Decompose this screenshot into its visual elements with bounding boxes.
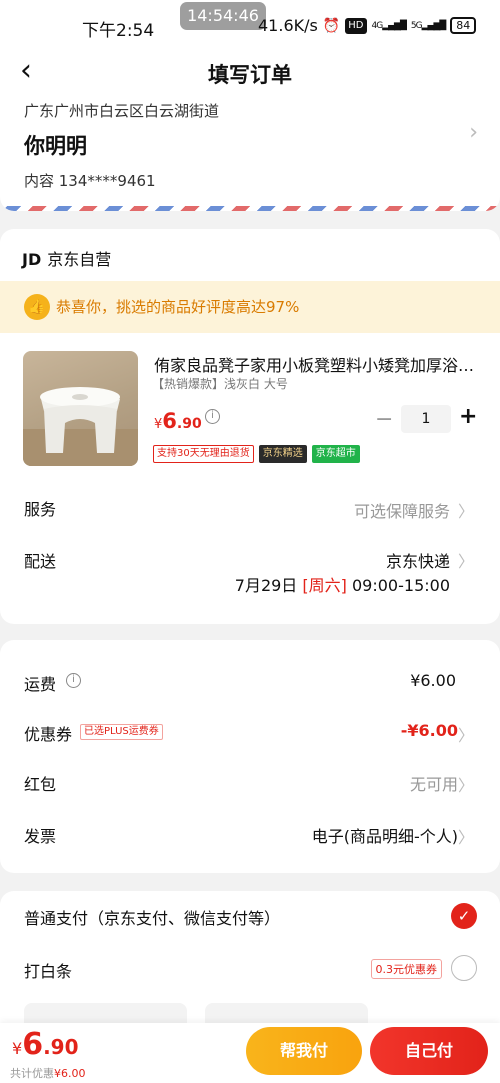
product-spec: 【热销爆款】浅灰白 大号	[152, 377, 288, 391]
address-line: 广东广州市白云区白云湖街道	[24, 102, 220, 120]
service-label: 服务	[24, 500, 57, 519]
address-card[interactable]: 广东广州市白云区白云湖街道 你明明 内容 134****9461 ›	[0, 94, 500, 211]
delivery-date: 7月29日 [周六] 09:00-15:00	[234, 576, 450, 595]
checkout-bar: ¥6.90 共计优惠¥6.00 帮我付 自己付	[0, 1023, 500, 1083]
service-value: 可选保障服务	[353, 502, 450, 521]
hd-badge: HD	[345, 17, 367, 34]
tag-jd-supermarket: 京东超市	[311, 445, 360, 463]
minus-button[interactable]: −	[375, 407, 393, 432]
praise-text: 恭喜你，挑选的商品好评度高达97%	[56, 298, 300, 316]
normal-pay-label: 普通支付（京东支付、微信支付等）	[24, 909, 281, 928]
praise-banner: 👍 恭喜你，挑选的商品好评度高达97%	[0, 281, 500, 333]
fee-card: 运费 i ¥6.00 优惠券 已选PLUS运费券 -¥6.00 〉 红包 无可用…	[0, 640, 500, 873]
recipient-name: 你明明	[24, 134, 87, 158]
chevron-right-icon: 〉	[457, 776, 474, 795]
redpacket-value: 无可用	[409, 775, 458, 794]
chevron-right-icon: 〉	[457, 828, 474, 847]
product-tags: 支持30天无理由退货 京东精选 京东超市	[153, 445, 360, 463]
shop-card: JD 京东自营 👍 恭喜你，挑选的商品好评度高达97% 侑家良品凳子家用小板凳塑料…	[0, 229, 500, 624]
coupon-value: -¥6.00	[400, 721, 458, 740]
page-title: 填写订单	[208, 63, 292, 87]
delivery-label: 配送	[24, 552, 57, 571]
product-price: ¥6.90	[154, 409, 202, 433]
airmail-border	[0, 206, 500, 211]
redpacket-label: 红包	[24, 775, 57, 794]
signal-5g-icon: 5G▂▄▆█	[410, 20, 446, 31]
invoice-label: 发票	[24, 827, 57, 846]
check-selected-icon[interactable]: ✓	[451, 903, 477, 929]
shop-name: 京东自营	[47, 250, 112, 269]
shipping-info-icon[interactable]: i	[66, 673, 81, 688]
help-pay-button[interactable]: 帮我付	[246, 1027, 362, 1075]
tag-jd-select: 京东精选	[258, 445, 307, 463]
status-indicators: 41.6K/s ⏰ HD 4G▂▄▆█ 5G▂▄▆█ 84	[258, 16, 477, 35]
shipping-value: ¥6.00	[410, 671, 456, 690]
battery-icon: 84	[450, 17, 477, 34]
price-info-icon[interactable]: i	[205, 409, 220, 424]
chevron-right-icon: ›	[469, 120, 478, 145]
delivery-carrier: 京东快递	[385, 552, 450, 571]
screen-recording-timer: 14:54:46	[180, 2, 266, 30]
radio-unselected-icon[interactable]	[451, 955, 477, 981]
self-pay-button[interactable]: 自己付	[370, 1027, 488, 1075]
alarm-icon: ⏰	[322, 17, 341, 34]
status-bar: 下午2:54 14:54:46 41.6K/s ⏰ HD 4G▂▄▆█ 5G▂▄…	[0, 0, 500, 52]
shop-header: JD 京东自营	[22, 246, 111, 270]
coupon-label: 优惠券	[24, 725, 73, 744]
chevron-right-icon: 〉	[457, 502, 474, 521]
recipient-phone: 内容 134****9461	[24, 172, 156, 190]
baitiao-coupon-tag: 0.3元优惠券	[370, 959, 442, 979]
baitiao-label: 打白条	[24, 962, 73, 981]
thumbs-up-icon: 👍	[24, 294, 50, 320]
jd-logo-icon: JD	[22, 250, 42, 269]
page-header: ‹ 填写订单	[0, 52, 500, 94]
shipping-label: 运费	[24, 675, 57, 694]
plus-coupon-tag: 已选PLUS运费券	[80, 724, 163, 740]
product-image[interactable]	[23, 351, 138, 466]
product-name[interactable]: 侑家良品凳子家用小板凳塑料小矮凳加厚浴室凳	[154, 352, 476, 376]
chevron-right-icon: 〉	[457, 552, 474, 571]
tag-return: 支持30天无理由退货	[153, 445, 254, 463]
invoice-value: 电子(商品明细-个人)	[311, 827, 458, 846]
total-price: ¥6.90	[12, 1027, 79, 1062]
quantity-field[interactable]: 1	[401, 405, 451, 433]
signal-4g-icon: 4G▂▄▆█	[371, 20, 407, 31]
total-discount: 共计优惠¥6.00	[10, 1067, 86, 1080]
plus-button[interactable]: +	[459, 404, 477, 429]
chevron-right-icon: 〉	[457, 726, 474, 745]
status-time: 下午2:54	[82, 21, 155, 41]
net-speed: 41.6K/s	[258, 16, 318, 35]
